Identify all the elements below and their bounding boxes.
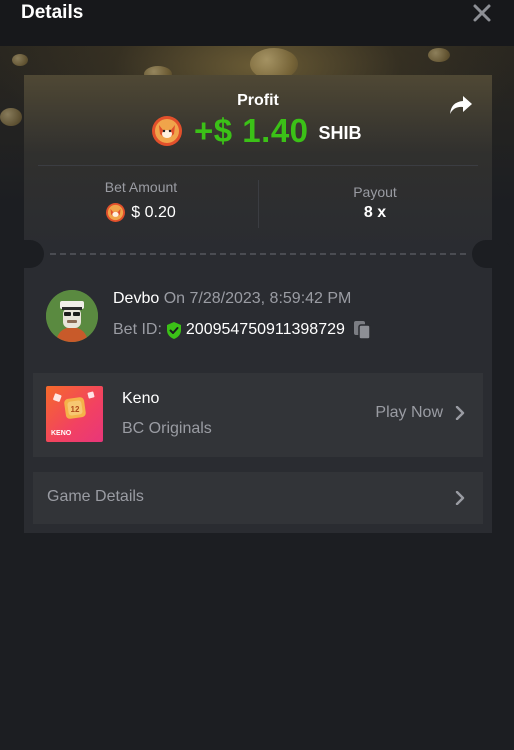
- ticket-notch: [472, 240, 512, 268]
- bet-id-line: Bet ID: 200954750911398729: [113, 320, 371, 340]
- coin-decoration: [0, 108, 22, 126]
- bet-details-card: Profit +$ 1.40 SHIB Bet Amount $ 0.20 Pa…: [4, 75, 512, 533]
- keno-thumbnail: 12 KENO: [46, 386, 103, 442]
- bet-amount-text: $ 0.20: [131, 203, 176, 221]
- payout-value: 8 x: [363, 204, 387, 221]
- user-name[interactable]: Devbo: [113, 290, 159, 307]
- dashed-divider: [50, 253, 466, 255]
- keno-thumb-number: 12: [71, 405, 80, 414]
- profit-amount: +$ 1.40: [194, 112, 309, 149]
- profit-label: Profit: [237, 92, 279, 109]
- chevron-right-icon: [455, 491, 465, 505]
- bet-timestamp: On 7/28/2023, 8:59:42 PM: [159, 290, 352, 307]
- avatar[interactable]: [46, 290, 98, 342]
- keno-thumb-label: KENO: [51, 430, 72, 437]
- shib-coin-icon: [152, 116, 182, 146]
- shield-check-icon: [166, 321, 181, 339]
- share-icon[interactable]: [449, 94, 473, 116]
- bet-amount-value: $ 0.20: [24, 203, 258, 222]
- page-title: Details: [21, 2, 84, 23]
- coin-decoration: [12, 54, 28, 66]
- ticket-notch: [4, 240, 44, 268]
- copy-icon[interactable]: [353, 320, 371, 340]
- bet-id-label: Bet ID:: [113, 321, 162, 338]
- game-details-row[interactable]: Game Details: [33, 472, 483, 524]
- bet-id-value: 200954750911398729: [185, 321, 345, 338]
- game-row[interactable]: 12 KENO Keno BC Originals Play Now: [33, 373, 483, 457]
- game-details-label: Game Details: [47, 488, 144, 505]
- play-now-label: Play Now: [375, 404, 443, 421]
- profit-row: +$ 1.40 SHIB: [152, 112, 362, 149]
- header: Details: [0, 0, 514, 46]
- bet-user-line: Devbo On 7/28/2023, 8:59:42 PM: [113, 290, 351, 308]
- shib-coin-icon: [106, 203, 126, 222]
- divider: [38, 165, 478, 166]
- chevron-right-icon: [455, 406, 465, 420]
- game-name: Keno: [122, 390, 160, 407]
- coin-decoration: [428, 48, 450, 62]
- play-now-button[interactable]: Play Now: [375, 404, 465, 422]
- profit-currency: SHIB: [318, 122, 362, 143]
- bet-amount-label: Bet Amount: [104, 179, 178, 195]
- close-icon[interactable]: [472, 3, 492, 23]
- game-provider: BC Originals: [122, 420, 212, 437]
- payout-label: Payout: [353, 184, 397, 200]
